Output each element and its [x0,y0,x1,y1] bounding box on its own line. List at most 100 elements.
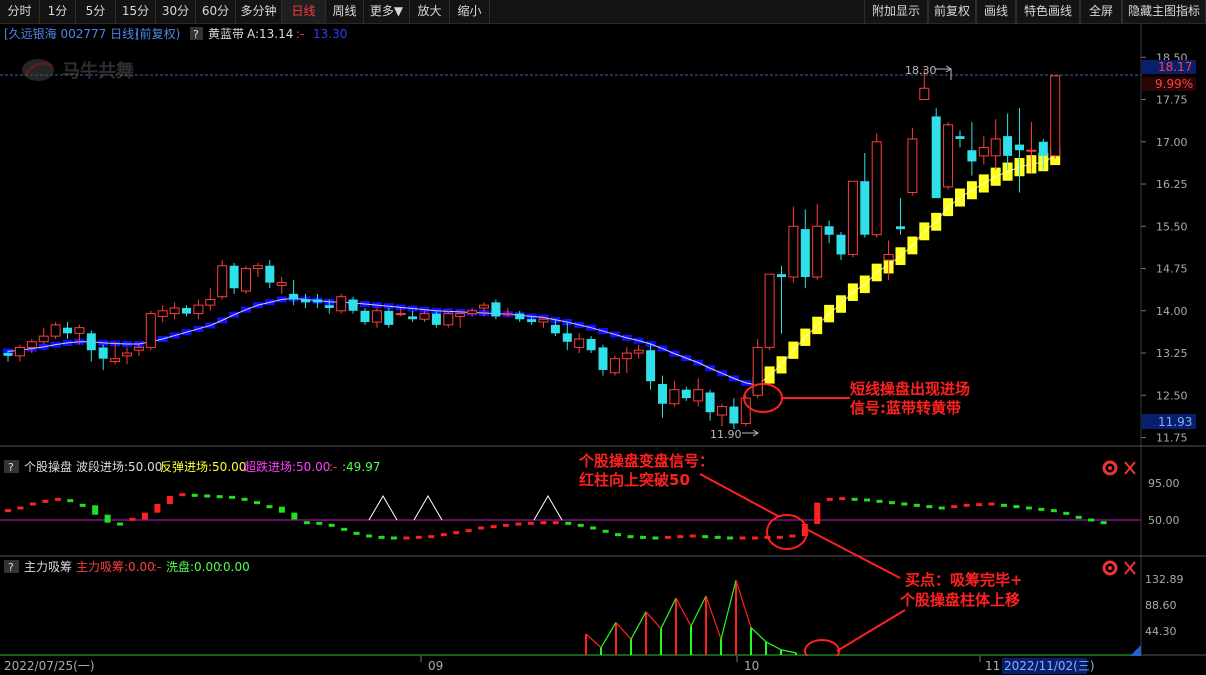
candle-body [658,384,667,404]
sub2-c: :0.00 [219,560,250,574]
chart-area: [久远银海 002777 日线] (前复权) ? 黄蓝带 A:13.14 :- … [0,23,1206,675]
sub1-bar [1063,511,1070,515]
sub1-bar [229,495,236,499]
sub1-bar [776,535,783,539]
toolbar-right-button-2[interactable]: 画线 [976,0,1016,23]
sub1-bar [67,499,74,503]
candle-body [836,234,846,255]
sub1-bar [652,536,659,540]
sub1-bar [328,523,335,527]
toolbar-button-11[interactable]: 缩小 [450,0,490,23]
candle-body [621,352,632,360]
candle-body [764,273,775,348]
price-tick-label: 13.25 [1156,347,1188,360]
sub1-bar [1088,518,1095,522]
candle-body [395,313,406,316]
current-high-price: 18.17 [1158,60,1192,74]
sub2-tick-2: 88.60 [1145,599,1177,612]
sub1-bar [465,529,472,533]
sub1-gear-icon[interactable] [1102,460,1118,476]
corner-resize-icon[interactable] [1130,645,1141,656]
sub1-bar [179,493,186,497]
toolbar-button-1[interactable]: 1分 [40,0,76,23]
candle-body [860,181,870,235]
sub1-bar [254,501,260,505]
candle-body [1038,141,1048,156]
price-axis: 18.5017.7517.0016.2515.5014.7514.0013.25… [1141,51,1188,445]
sub1-bar [278,506,285,513]
sub1-bar [664,535,671,539]
sub1-bar [266,505,273,509]
sub1-bar [191,493,198,497]
sub1-close-icon[interactable] [1124,461,1136,475]
sub2-name: 主力吸筹 [24,560,72,574]
toolbar-button-6[interactable]: 多分钟 [236,0,282,23]
candle-body [38,335,49,343]
sub1-bar [490,525,497,529]
sub1-help-icon: ? [8,461,14,474]
sub1-bar [1038,507,1045,511]
toolbar-button-7[interactable]: 日线 [282,0,326,23]
candle-body [14,346,25,357]
candle-body [574,338,585,348]
sub2-link [735,580,752,628]
sub1-bar [615,533,622,537]
watermark-logo: 马牛共舞 [22,59,134,82]
candle-body [371,310,382,323]
toolbar-right-button-5[interactable]: 隐藏主图指标 [1122,0,1206,23]
toolbar-right-button-4[interactable]: 全屏 [1080,0,1122,23]
toolbar-button-9[interactable]: 更多▼ [364,0,410,23]
sub2-gear-icon[interactable] [1102,560,1118,576]
sub1-bar [988,502,995,506]
toolbar-button-3[interactable]: 15分 [116,0,156,23]
toolbar-button-10[interactable]: 放大 [410,0,450,23]
toolbar-right-button-0[interactable]: 附加显示 [864,0,928,23]
candle-body [133,346,144,351]
sub1-bar [814,502,821,524]
toolbar-right-button-1[interactable]: 前复权 [928,0,976,23]
candle-body [110,358,121,362]
sub1-bar [316,521,323,525]
sub1-bar [702,535,709,539]
candle-body [50,324,61,337]
toolbar-button-5[interactable]: 60分 [196,0,236,23]
sub1-bar [826,497,833,501]
date-label-11: 11 [985,659,1000,673]
buy-line1: 买点：吸筹完毕+ [905,571,1023,589]
sub1-bar [29,502,36,506]
toolbar-right-button-3[interactable]: 特色画线 [1016,0,1080,23]
candle-body [527,319,537,323]
sub1-bar [141,512,148,520]
candle-body [312,299,322,303]
candle-body [252,265,263,270]
sub1-bar [453,531,460,535]
sub2-link [675,597,692,627]
candle-body [907,138,918,193]
toolbar-button-2[interactable]: 5分 [76,0,116,23]
sub2-close-icon[interactable] [1124,561,1136,575]
candle-body [931,116,941,199]
sub2-link [705,595,722,640]
candle-body [3,353,13,356]
candle-body [336,296,347,312]
sub2-a: 主力吸筹:0.00 [76,560,155,574]
toolbar-button-8[interactable]: 周线 [326,0,364,23]
yellow-blue-band [3,146,1061,394]
candle-body [74,327,85,334]
sub1-bar [390,536,397,540]
price-tick-label: 17.75 [1156,94,1188,107]
sub1-bar [1100,521,1107,525]
toolbar-button-4[interactable]: 30分 [156,0,196,23]
sub2-b: 洗盘:0.00 [166,559,221,574]
candle-body [538,318,549,323]
signal1-line2: 信号:蓝带转黄带 [850,399,961,417]
price-tick-label: 16.25 [1156,178,1188,191]
sub2-link [780,649,797,654]
candle-body [646,350,656,382]
candle-body [301,299,310,303]
toolbar-button-0[interactable]: 分时 [0,0,40,23]
sub2-link [750,627,767,643]
candle-body [348,299,358,311]
candle-body [217,265,228,298]
candle-body [1003,136,1013,156]
